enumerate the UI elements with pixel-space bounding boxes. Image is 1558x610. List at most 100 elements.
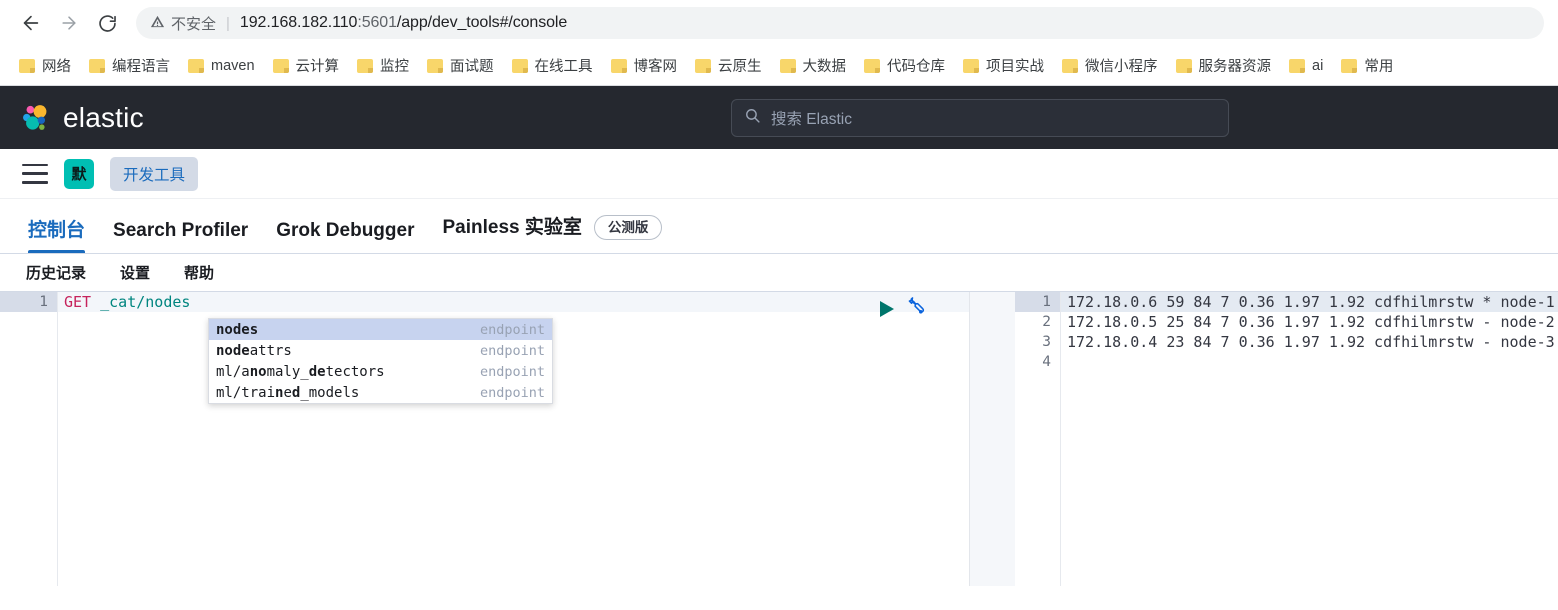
bookmark-item[interactable]: 项目实战 <box>954 50 1053 81</box>
folder-icon <box>188 58 204 73</box>
warning-triangle-icon <box>150 14 165 33</box>
security-status[interactable]: 不安全 <box>150 13 216 34</box>
bookmark-item[interactable]: 面试题 <box>418 50 503 81</box>
bookmark-label: 网络 <box>42 59 71 75</box>
tab-1[interactable]: 控制台 <box>14 221 99 253</box>
autocomplete-item-type: endpoint <box>479 384 545 401</box>
gutter-line: 1 <box>0 292 57 312</box>
tab-label: 控制台 <box>28 220 86 241</box>
folder-icon <box>89 58 105 73</box>
bookmark-item[interactable]: 云计算 <box>264 50 349 81</box>
global-search-input[interactable]: 搜索 Elastic <box>731 98 1229 137</box>
bookmark-label: 云计算 <box>295 59 340 75</box>
bookmark-item[interactable]: 大数据 <box>771 50 856 81</box>
response-gutter-line: 4 <box>1042 354 1051 370</box>
tab-label: Grok Debugger <box>276 220 415 241</box>
tab-4[interactable]: Painless 实验室 公测版 <box>429 214 677 254</box>
bookmark-label: 大数据 <box>802 59 847 75</box>
bookmark-item[interactable]: 网络 <box>10 50 80 81</box>
elastic-header: elastic 搜索 Elastic <box>0 86 1558 149</box>
bookmark-item[interactable]: 服务器资源 <box>1167 50 1281 81</box>
bookmark-label: 监控 <box>380 59 410 75</box>
bookmark-item[interactable]: 监控 <box>348 50 418 81</box>
bookmark-label: 项目实战 <box>986 59 1045 75</box>
folder-icon <box>695 58 712 73</box>
bookmark-label: 服务器资源 <box>1198 59 1272 75</box>
breadcrumb: 默 开发工具 <box>0 149 1558 199</box>
bookmark-item[interactable]: 微信小程序 <box>1053 50 1167 81</box>
play-triangle-icon[interactable] <box>880 300 894 317</box>
bookmark-label: 博客网 <box>633 59 678 75</box>
back-button[interactable] <box>14 6 48 40</box>
brand-name: elastic <box>63 101 144 133</box>
run-controls <box>880 295 926 322</box>
console-toolbar-item[interactable]: 设置 <box>108 258 162 287</box>
address-bar[interactable]: 不安全 | 192.168.182.110:5601/app/dev_tools… <box>136 7 1544 39</box>
folder-icon <box>511 58 528 73</box>
bookmark-item[interactable]: 常用 <box>1332 50 1402 81</box>
response-code-area[interactable]: 172.18.0.6 59 84 7 0.36 1.97 1.92 cdfhil… <box>1061 292 1558 586</box>
tab-2[interactable]: Search Profiler <box>99 221 262 253</box>
response-gutter-line: 2 <box>1042 314 1051 330</box>
security-label: 不安全 <box>171 15 217 33</box>
response-gutter: 1 2 3 4 <box>1015 292 1061 586</box>
bookmark-label: 编程语言 <box>112 59 170 75</box>
autocomplete-item-label: nodeattrs <box>216 342 292 359</box>
bookmark-item[interactable]: 代码仓库 <box>855 50 954 81</box>
url-path: /app/dev_tools#/console <box>396 14 568 31</box>
folder-icon <box>357 58 374 73</box>
folder-icon <box>1289 58 1306 73</box>
folder-icon <box>19 58 35 73</box>
autocomplete-item[interactable]: ml/anomaly_detectors endpoint <box>209 361 552 382</box>
tab-3[interactable]: Grok Debugger <box>262 221 428 253</box>
url-port: :5601 <box>357 14 397 31</box>
elastic-logo-icon <box>18 101 51 134</box>
autocomplete-item-type: endpoint <box>479 342 545 359</box>
request-editor-pane[interactable]: 1 GET _cat/nodes nodes endpoint nodeattrs e… <box>0 292 970 586</box>
bookmark-item[interactable]: 编程语言 <box>80 50 179 81</box>
response-gutter-line: 1 <box>1015 292 1060 312</box>
bookmark-label: maven <box>211 57 255 74</box>
autocomplete-item[interactable]: ml/trained_models endpoint <box>209 382 552 403</box>
response-pane[interactable]: 1 2 3 4 172.18.0.6 59 84 7 0.36 1.97 1.92 c… <box>970 292 1558 586</box>
arrow-left-icon <box>20 12 42 34</box>
bookmark-item[interactable]: maven <box>179 53 264 79</box>
folder-icon <box>779 58 796 73</box>
bookmark-item[interactable]: 在线工具 <box>503 50 602 81</box>
autocomplete-item-label: ml/trained_models <box>216 384 360 401</box>
global-search-placeholder: 搜索 Elastic <box>771 110 852 128</box>
folder-icon <box>1341 58 1358 73</box>
forward-button[interactable] <box>52 6 86 40</box>
bookmark-item[interactable]: 云原生 <box>686 50 771 81</box>
folder-icon <box>864 58 881 73</box>
search-icon <box>744 107 761 129</box>
editor-code-area[interactable]: GET _cat/nodes nodes endpoint nodeattrs end… <box>58 292 969 586</box>
response-line: 172.18.0.6 59 84 7 0.36 1.97 1.92 cdfhil… <box>1061 292 1558 312</box>
app-tabs: 控制台 Search Profiler Grok Debugger Painless … <box>0 199 1558 254</box>
reload-icon <box>97 13 118 34</box>
bookmark-item[interactable]: ai <box>1280 53 1332 79</box>
bookmark-item[interactable]: 博客网 <box>602 50 687 81</box>
response-line: 172.18.0.4 23 84 7 0.36 1.97 1.92 cdfhil… <box>1067 333 1555 351</box>
bookmark-label: 面试题 <box>450 59 494 75</box>
omnibox-separator: | <box>226 14 230 32</box>
tab-label: Search Profiler <box>113 220 249 241</box>
brand[interactable]: elastic <box>18 101 144 134</box>
console-toolbar: 历史记录 设置 帮助 <box>0 254 1558 292</box>
reload-button[interactable] <box>90 6 124 40</box>
folder-icon <box>963 58 980 73</box>
console-toolbar-item[interactable]: 历史记录 <box>14 258 98 287</box>
autocomplete-item-type: endpoint <box>479 321 545 338</box>
hamburger-menu-icon[interactable] <box>22 163 48 184</box>
autocomplete-item[interactable]: nodeattrs endpoint <box>209 340 552 361</box>
editor-gutter: 1 <box>0 292 58 586</box>
response-line <box>1061 352 1558 372</box>
autocomplete-popup[interactable]: nodes endpoint nodeattrs endpoint ml/anomaly… <box>208 318 553 404</box>
breadcrumb-item-dev-tools[interactable]: 开发工具 <box>110 156 199 191</box>
autocomplete-item[interactable]: nodes endpoint <box>209 319 552 340</box>
url-host: 192.168.182.110 <box>239 14 358 31</box>
wrench-icon[interactable] <box>904 295 926 322</box>
console-toolbar-item[interactable]: 帮助 <box>172 258 226 287</box>
folder-icon <box>427 58 444 73</box>
space-badge[interactable]: 默 <box>64 158 94 189</box>
